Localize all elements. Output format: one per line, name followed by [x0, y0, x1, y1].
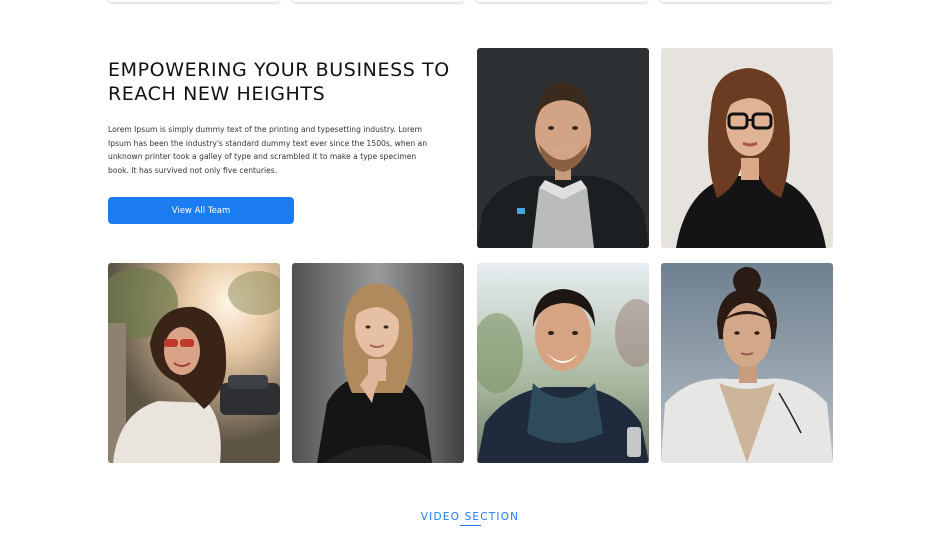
team-member-card[interactable]: [108, 263, 280, 463]
previous-card: [108, 0, 280, 2]
previous-card: [292, 0, 464, 2]
previous-card: [476, 0, 648, 2]
team-member-card[interactable]: [661, 263, 833, 463]
team-member-card[interactable]: [661, 48, 833, 248]
smiling-man-scarf-photo: [477, 263, 649, 463]
woman-with-glasses-photo: [661, 48, 833, 248]
woman-sunglasses-sunlight-photo: [108, 263, 280, 463]
team-member-card[interactable]: [477, 263, 649, 463]
previous-section-cards: [108, 0, 832, 3]
hero-description: Lorem Ipsum is simply dummy text of the …: [108, 125, 428, 175]
view-all-team-button[interactable]: View All Team: [108, 197, 294, 224]
woman-black-sweater-photo: [292, 263, 464, 463]
team-member-card[interactable]: [477, 48, 649, 248]
hero-title: EMPOWERING YOUR BUSINESS TO REACH NEW HE…: [108, 59, 450, 105]
team-member-card[interactable]: [292, 263, 464, 463]
heading-underline: [460, 525, 481, 526]
video-section-heading: VIDEO SECTION: [420, 511, 520, 523]
smiling-bearded-man-photo: [477, 48, 649, 248]
woman-white-jacket-photo: [661, 263, 833, 463]
previous-card: [660, 0, 832, 2]
